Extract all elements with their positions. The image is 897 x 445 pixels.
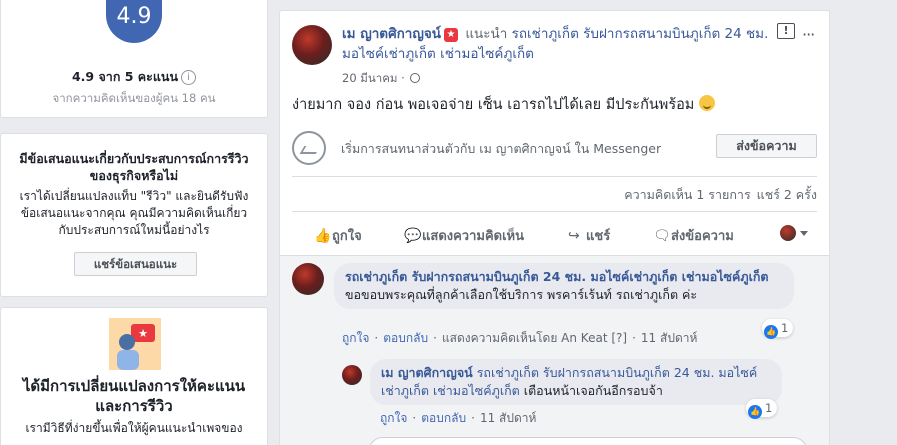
comment-like-link[interactable]: ถูกใจ bbox=[342, 331, 369, 345]
rating-subtext: จากความคิดเห็นของผู้คน 18 คน bbox=[52, 91, 216, 105]
comment-reply-link[interactable]: ตอบกลับ bbox=[383, 331, 428, 345]
messenger-prompt-row: เริ่มการสนทนาส่วนตัวกับ เม ญาตศิกาญจน์ ใ… bbox=[292, 129, 819, 169]
post-actions-bar: 👍ถูกใจ 💬แสดงความคิดเห็น ↪ แชร์ 🗨ส่งข้อควา… bbox=[292, 221, 817, 249]
suggest-body: เราได้เปลี่ยนแปลงแท็บ "รีวิว" และยินดีรั… bbox=[19, 189, 249, 237]
svg-text:★: ★ bbox=[138, 327, 148, 340]
globe-icon bbox=[410, 73, 421, 83]
comment-like-count[interactable]: 👍 1 bbox=[762, 319, 794, 339]
post-header: เม ญาตศิกาญจน์ ★ แนะนำ รถเช่าภูเก็ต รับฝา… bbox=[342, 24, 782, 64]
comment-action[interactable]: 💬แสดงความคิดเห็น bbox=[404, 225, 524, 246]
comment-bubble: รถเช่าภูเก็ต รับฝากรถสนามบินภูเก็ต 24 ชม… bbox=[334, 263, 794, 309]
commenter-name-link[interactable]: รถเช่าภูเก็ต รับฝากรถสนามบินภูเก็ต 24 ชม… bbox=[345, 269, 769, 284]
comment-text: ขอขอบพระคุณที่ลูกค้าเลือกใช้บริการ พรคาร… bbox=[345, 287, 698, 302]
messenger-small-icon: 🗨 bbox=[653, 228, 671, 244]
reply-like-link[interactable]: ถูกใจ bbox=[380, 411, 407, 425]
feedback-flag-icon[interactable]: ! bbox=[777, 23, 795, 39]
author-name-link[interactable]: เม ญาตศิกาญจน์ bbox=[342, 26, 441, 42]
post-text: ง่ายมาก จอง ก่อน พอเจอจ่าย เซ็น เอารถไปไ… bbox=[292, 95, 715, 115]
reply-bubble: เม ญาตศิกาญจน์ รถเช่าภูเก็ต รับฝากรถสนาม… bbox=[370, 359, 782, 405]
shares-count-link[interactable]: แชร์ 2 ครั้ง bbox=[757, 187, 817, 202]
reply-like-count[interactable]: 👍 1 bbox=[746, 399, 778, 419]
share-action-label: แชร์ bbox=[586, 229, 611, 244]
share-action[interactable]: ↪ แชร์ bbox=[568, 225, 610, 246]
reply-like-number: 1 bbox=[765, 401, 773, 415]
comment-action-label: แสดงความคิดเห็น bbox=[422, 229, 525, 244]
reply-author-link[interactable]: เม ญาตศิกาญจน์ bbox=[381, 365, 473, 380]
meta-separator: · bbox=[401, 71, 405, 85]
smile-emoji-icon bbox=[698, 95, 715, 111]
reply-avatar[interactable] bbox=[342, 365, 362, 385]
message-action-label: ส่งข้อความ bbox=[671, 229, 734, 244]
rating-change-card: ★ ได้มีการเปลี่ยนแปลงการให้คะแนนและการรี… bbox=[0, 307, 268, 445]
change-title: ได้มีการเปลี่ยนแปลงการให้คะแนนและการรีวิ… bbox=[22, 377, 246, 415]
author-avatar[interactable] bbox=[292, 25, 332, 65]
share-icon: ↪ bbox=[568, 228, 580, 244]
message-action[interactable]: 🗨ส่งข้อความ bbox=[653, 225, 734, 246]
help-mark-link[interactable]: [?] bbox=[611, 331, 627, 345]
like-reaction-icon: 👍 bbox=[764, 325, 778, 339]
post-meta: 20 มีนาคม · bbox=[342, 70, 421, 88]
audience-avatar bbox=[780, 225, 796, 241]
rating-score-badge: 4.9 bbox=[106, 0, 162, 43]
review-illustration-icon: ★ bbox=[109, 318, 161, 370]
divider bbox=[292, 211, 817, 212]
comment-actions: ถูกใจ · ตอบกลับ · แสดงความคิดเห็นโดย An Keat… bbox=[342, 331, 698, 345]
reply-time-link[interactable]: 11 สัปดาห์ bbox=[480, 411, 536, 425]
messenger-prompt-text: เริ่มการสนทนาส่วนตัวกับ เม ญาตศิกาญจน์ ใ… bbox=[341, 141, 662, 156]
like-reaction-icon: 👍 bbox=[748, 405, 762, 419]
rating-summary: 4.9 จาก 5 คะแนน i bbox=[1, 67, 267, 87]
commenter-avatar[interactable] bbox=[292, 263, 324, 295]
reply-actions: ถูกใจ · ตอบกลับ · 11 สัปดาห์ bbox=[380, 411, 537, 425]
recommend-verb: แนะนำ bbox=[465, 26, 508, 42]
like-action[interactable]: 👍ถูกใจ bbox=[314, 225, 362, 246]
comment-like-number: 1 bbox=[781, 321, 789, 335]
more-options-icon[interactable]: ··· bbox=[802, 25, 815, 44]
comments-count-link[interactable]: ความคิดเห็น 1 รายการ bbox=[624, 187, 750, 202]
star-icon: ★ bbox=[444, 28, 459, 42]
post-date-link[interactable]: 20 มีนาคม bbox=[342, 71, 397, 85]
rating-card: 4.9 4.9 จาก 5 คะแนน i จากความคิดเห็นของผู… bbox=[0, 0, 268, 118]
messenger-icon bbox=[292, 131, 326, 165]
engagement-counts: ความคิดเห็น 1 รายการ แชร์ 2 ครั้ง bbox=[618, 185, 817, 205]
send-message-button[interactable]: ส่งข้อความ bbox=[716, 134, 817, 158]
like-action-label: ถูกใจ bbox=[332, 229, 362, 244]
comment-time-link[interactable]: 11 สัปดาห์ bbox=[641, 331, 697, 345]
post-text-body: ง่ายมาก จอง ก่อน พอเจอจ่าย เซ็น เอารถไปไ… bbox=[292, 97, 695, 113]
change-body: เรามีวิธีที่ง่ายขึ้นเพื่อให้ผู้คนแนะนำเพ… bbox=[25, 421, 243, 435]
rating-summary-text: 4.9 จาก 5 คะแนน bbox=[71, 69, 179, 84]
audience-selector[interactable] bbox=[780, 225, 810, 243]
reply-input[interactable] bbox=[368, 437, 808, 445]
chevron-down-icon bbox=[800, 231, 808, 236]
thumbs-up-icon: 👍 bbox=[314, 228, 332, 244]
divider bbox=[292, 176, 817, 177]
comment-author-note: แสดงความคิดเห็นโดย An Keat bbox=[441, 331, 608, 345]
comment-icon: 💬 bbox=[404, 228, 422, 244]
info-icon[interactable]: i bbox=[181, 70, 197, 85]
feedback-suggest-card: มีข้อเสนอแนะเกี่ยวกับประสบการณ์การรีวิวข… bbox=[0, 133, 268, 297]
share-feedback-button[interactable]: แชร์ข้อเสนอแนะ bbox=[74, 252, 197, 276]
review-post: เม ญาตศิกาญจน์ ★ แนะนำ รถเช่าภูเก็ต รับฝา… bbox=[279, 10, 830, 445]
reply-text: เตือนหน้าเจอกันอีกรอบจ้า bbox=[523, 383, 663, 398]
suggest-title: มีข้อเสนอแนะเกี่ยวกับประสบการณ์การรีวิวข… bbox=[19, 151, 249, 183]
reply-reply-link[interactable]: ตอบกลับ bbox=[421, 411, 466, 425]
